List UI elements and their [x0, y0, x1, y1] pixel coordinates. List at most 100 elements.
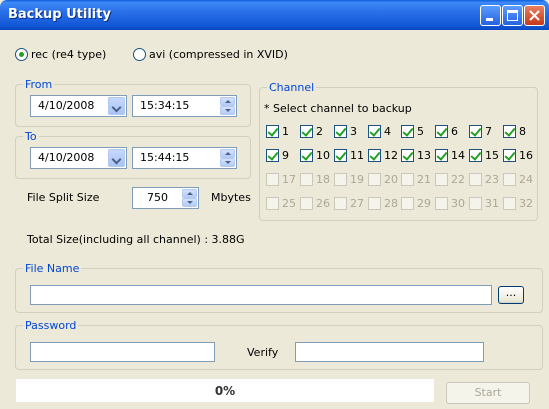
channel-label: 7	[485, 125, 492, 138]
channel-23-checkbox: 23	[469, 173, 499, 186]
checkbox-box[interactable]	[266, 125, 279, 138]
spin-up-icon[interactable]	[220, 97, 235, 106]
channel-9-checkbox[interactable]: 9	[266, 149, 289, 162]
channel-7-checkbox[interactable]: 7	[469, 125, 492, 138]
channel-11-checkbox[interactable]: 11	[334, 149, 364, 162]
chevron-down-icon[interactable]	[108, 149, 125, 167]
channel-label: 1	[282, 125, 289, 138]
channel-label: 32	[519, 197, 533, 210]
spin-up-icon[interactable]	[182, 189, 197, 198]
from-time-value: 15:34:15	[140, 99, 190, 112]
channel-label: 4	[384, 125, 391, 138]
channel-13-checkbox[interactable]: 13	[401, 149, 431, 162]
spin-down-icon[interactable]	[182, 198, 197, 207]
minimize-icon	[486, 18, 493, 21]
browse-button[interactable]: ...	[498, 286, 524, 304]
channel-label: 18	[316, 173, 330, 186]
channel-2-checkbox[interactable]: 2	[300, 125, 323, 138]
checkbox-box[interactable]	[503, 125, 516, 138]
checkbox-box[interactable]	[300, 149, 313, 162]
channel-label: 14	[451, 149, 465, 162]
channel-6-checkbox[interactable]: 6	[435, 125, 458, 138]
checkbox-box	[401, 173, 414, 186]
checkbox-box	[300, 197, 313, 210]
checkbox-box	[334, 197, 347, 210]
checkbox-box[interactable]	[435, 149, 448, 162]
channel-30-checkbox: 30	[435, 197, 465, 210]
file-name-input[interactable]	[30, 285, 492, 305]
checkbox-box[interactable]	[334, 125, 347, 138]
channel-label: 9	[282, 149, 289, 162]
file-name-legend: File Name	[23, 262, 82, 275]
channel-16-checkbox[interactable]: 16	[503, 149, 533, 162]
format-option-rec[interactable]: rec (re4 type)	[15, 48, 106, 61]
file-split-label: File Split Size	[27, 191, 100, 204]
checkbox-box[interactable]	[266, 149, 279, 162]
channel-14-checkbox[interactable]: 14	[435, 149, 465, 162]
checkbox-box[interactable]	[401, 125, 414, 138]
close-button[interactable]	[524, 5, 545, 26]
checkbox-box	[435, 197, 448, 210]
channel-10-checkbox[interactable]: 10	[300, 149, 330, 162]
channel-15-checkbox[interactable]: 15	[469, 149, 499, 162]
verify-label: Verify	[247, 346, 279, 359]
channel-5-checkbox[interactable]: 5	[401, 125, 424, 138]
maximize-button[interactable]	[502, 5, 523, 26]
channel-label: 24	[519, 173, 533, 186]
file-split-field[interactable]: 750	[132, 187, 199, 209]
channel-3-checkbox[interactable]: 3	[334, 125, 357, 138]
channel-8-checkbox[interactable]: 8	[503, 125, 526, 138]
channel-28-checkbox: 28	[368, 197, 398, 210]
start-button[interactable]: Start	[446, 382, 530, 404]
radio-avi[interactable]	[133, 48, 146, 61]
channel-label: 29	[417, 197, 431, 210]
chevron-down-icon[interactable]	[108, 97, 125, 115]
channel-25-checkbox: 25	[266, 197, 296, 210]
from-time-field[interactable]: 15:34:15	[132, 95, 237, 117]
spin-down-icon[interactable]	[220, 158, 235, 167]
checkbox-box[interactable]	[368, 125, 381, 138]
radio-rec[interactable]	[15, 48, 28, 61]
channel-1-checkbox[interactable]: 1	[266, 125, 289, 138]
channel-label: 19	[350, 173, 364, 186]
to-time-spinner[interactable]	[220, 149, 235, 167]
spin-up-icon[interactable]	[220, 149, 235, 158]
checkbox-box[interactable]	[469, 125, 482, 138]
from-date-combo[interactable]: 4/10/2008	[30, 95, 127, 117]
channel-12-checkbox[interactable]: 12	[368, 149, 398, 162]
channel-label: 15	[485, 149, 499, 162]
channel-label: 23	[485, 173, 499, 186]
file-split-unit: Mbytes	[211, 191, 251, 204]
checkbox-box[interactable]	[469, 149, 482, 162]
checkbox-box	[266, 197, 279, 210]
channel-label: 16	[519, 149, 533, 162]
from-legend: From	[23, 78, 55, 91]
checkbox-box[interactable]	[401, 149, 414, 162]
verify-input[interactable]	[295, 342, 484, 362]
backup-utility-window: Backup Utility rec (re4 type) avi (compr…	[0, 0, 549, 409]
checkbox-box[interactable]	[368, 149, 381, 162]
checkbox-box	[334, 173, 347, 186]
to-legend: To	[23, 130, 39, 143]
password-legend: Password	[23, 319, 79, 332]
checkbox-box[interactable]	[435, 125, 448, 138]
to-date-combo[interactable]: 4/10/2008	[30, 147, 127, 169]
file-split-value: 750	[147, 191, 168, 204]
checkbox-box[interactable]	[334, 149, 347, 162]
to-time-field[interactable]: 15:44:15	[132, 147, 237, 169]
progress-bar: 0%	[15, 378, 435, 403]
channel-18-checkbox: 18	[300, 173, 330, 186]
checkbox-box	[503, 197, 516, 210]
channel-4-checkbox[interactable]: 4	[368, 125, 391, 138]
checkbox-box[interactable]	[503, 149, 516, 162]
channel-label: 8	[519, 125, 526, 138]
password-input[interactable]	[30, 342, 215, 362]
checkbox-box[interactable]	[300, 125, 313, 138]
from-time-spinner[interactable]	[220, 97, 235, 115]
maximize-icon	[507, 10, 518, 21]
spin-down-icon[interactable]	[220, 106, 235, 115]
title-bar[interactable]: Backup Utility	[0, 0, 549, 30]
file-split-spinner[interactable]	[182, 189, 197, 207]
minimize-button[interactable]	[480, 5, 501, 26]
format-option-avi[interactable]: avi (compressed in XVID)	[133, 48, 288, 61]
